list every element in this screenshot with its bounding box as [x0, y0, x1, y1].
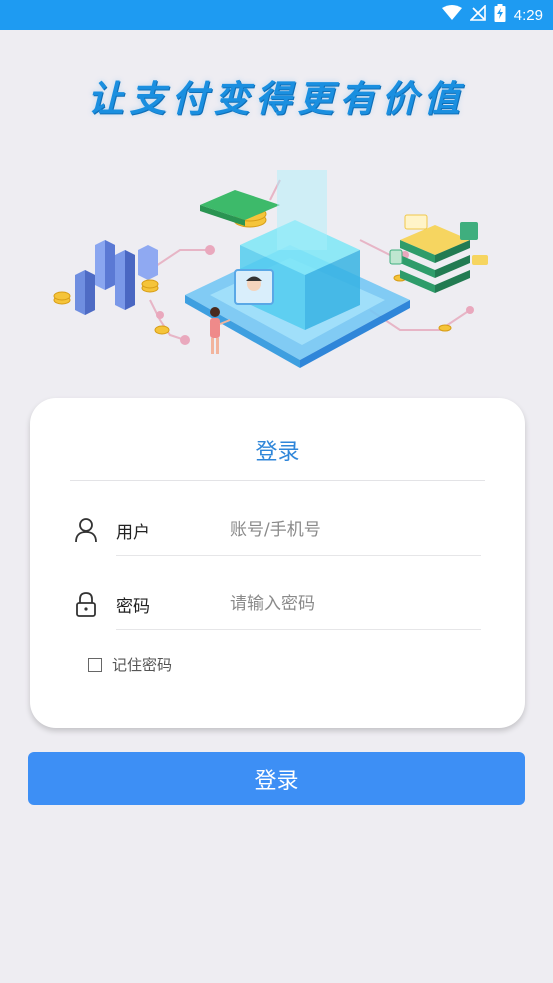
password-underline — [116, 629, 481, 630]
username-underline — [116, 555, 481, 556]
username-row: 用户 — [70, 506, 481, 556]
password-input[interactable] — [230, 586, 480, 622]
username-label: 用户 — [116, 523, 150, 543]
status-bar: 4:29 — [0, 0, 553, 30]
no-signal-icon — [468, 4, 486, 25]
status-time: 4:29 — [513, 6, 543, 24]
card-title: 登录 — [255, 440, 300, 465]
login-card: 登录 用户 密码 记住密码 — [30, 398, 525, 728]
title-divider — [70, 480, 485, 481]
payment-illustration — [40, 160, 510, 390]
lock-icon — [74, 591, 98, 617]
user-icon — [74, 517, 98, 543]
remember-label: 记住密码 — [112, 656, 173, 674]
login-button[interactable]: 登录 — [28, 752, 525, 805]
username-input[interactable] — [230, 512, 480, 548]
password-row: 密码 — [70, 580, 481, 630]
password-label: 密码 — [116, 597, 150, 617]
slogan-text: 让支付变得更有价值 — [87, 78, 466, 120]
wifi-icon — [441, 5, 462, 25]
remember-password[interactable]: 记住密码 — [88, 654, 172, 675]
battery-charging-icon — [494, 4, 506, 26]
remember-checkbox[interactable] — [88, 657, 102, 672]
